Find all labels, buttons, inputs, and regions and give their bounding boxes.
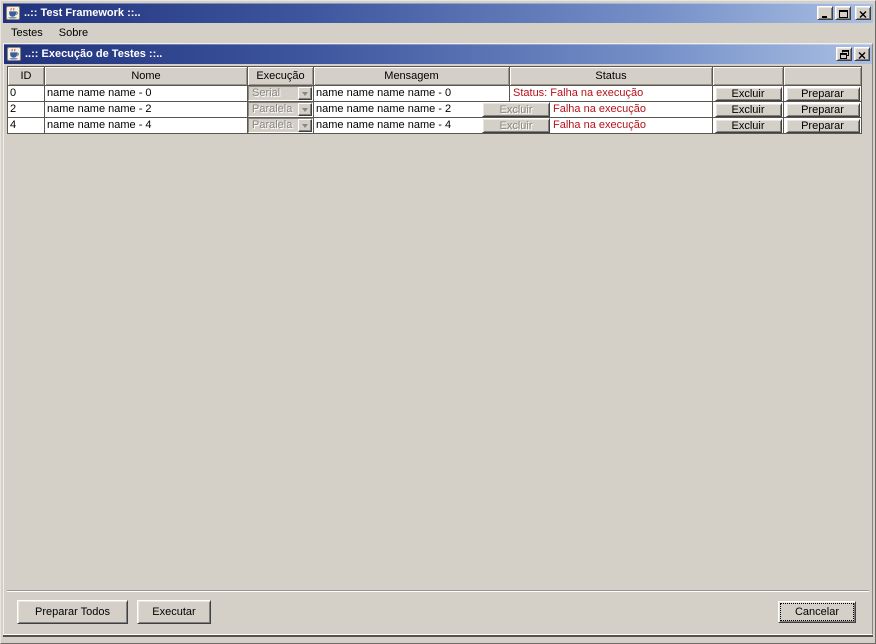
cell-status: Status: Falha na execução xyxy=(510,86,713,102)
cell-mensagem: name name name name - 2 xyxy=(314,102,510,118)
internal-frame-titlebar: ..:: Execução de Testes ::.. xyxy=(4,44,872,64)
footer-bar: Preparar Todos Executar Cancelar xyxy=(7,590,869,634)
tests-table: ID Nome Execução Mensagem Status 0 name … xyxy=(7,66,862,134)
minimize-button[interactable] xyxy=(817,6,833,20)
java-cup-icon xyxy=(6,6,20,20)
cell-execucao: Serial xyxy=(248,86,314,102)
table-row: 4 name name name - 4 Paralela name name … xyxy=(8,118,862,134)
execucao-select: Paralela xyxy=(248,102,313,117)
restore-icon xyxy=(839,47,849,62)
excluir-disabled-button: Excluir xyxy=(482,118,550,133)
table-row: 0 name name name - 0 Serial name name na… xyxy=(8,86,862,102)
close-icon xyxy=(858,47,866,62)
cell-execucao: Paralela xyxy=(248,102,314,118)
chevron-down-icon xyxy=(298,119,312,132)
internal-frame-title: ..:: Execução de Testes ::.. xyxy=(25,48,163,60)
excluir-disabled-button: Excluir xyxy=(482,102,550,117)
close-icon xyxy=(859,6,867,21)
close-button[interactable] xyxy=(854,47,870,61)
cell-excluir: Excluir xyxy=(713,102,784,118)
cell-id: 2 xyxy=(8,102,45,118)
executar-button[interactable]: Executar xyxy=(137,599,211,624)
cell-excluir: Excluir xyxy=(713,118,784,134)
cell-id: 4 xyxy=(8,118,45,134)
col-header-execucao: Execução xyxy=(248,67,314,86)
cell-preparar: Preparar xyxy=(784,86,862,102)
cell-nome: name name name - 0 xyxy=(45,86,248,102)
main-window: ..:: Test Framework ::.. Testes Sobre ..… xyxy=(0,0,876,644)
cell-status: Excluir Falha na execução xyxy=(482,102,713,118)
window-title: ..:: Test Framework ::.. xyxy=(24,7,141,19)
cell-status: Excluir Falha na execução xyxy=(482,118,713,134)
table-header-row: ID Nome Execução Mensagem Status xyxy=(8,67,862,86)
menubar: Testes Sobre xyxy=(3,23,873,43)
menu-item-sobre[interactable]: Sobre xyxy=(59,25,94,42)
preparar-button[interactable]: Preparar xyxy=(785,118,860,133)
status-text: Falha na execução xyxy=(553,119,646,131)
desktop-pane: ..:: Execução de Testes ::.. ID Nome Exe… xyxy=(3,43,873,637)
cell-id: 0 xyxy=(8,86,45,102)
execucao-value: Paralela xyxy=(252,119,293,131)
col-header-excluir xyxy=(713,67,784,86)
cell-nome: name name name - 4 xyxy=(45,118,248,134)
internal-frame: ..:: Execução de Testes ::.. ID Nome Exe… xyxy=(3,43,873,635)
menu-item-testes[interactable]: Testes xyxy=(11,25,49,42)
chevron-down-icon xyxy=(298,103,312,116)
cell-preparar: Preparar xyxy=(784,102,862,118)
col-header-nome: Nome xyxy=(45,67,248,86)
preparar-todos-button[interactable]: Preparar Todos xyxy=(17,599,128,624)
cell-nome: name name name - 2 xyxy=(45,102,248,118)
cell-mensagem: name name name name - 4 xyxy=(314,118,510,134)
preparar-button[interactable]: Preparar xyxy=(785,102,860,117)
maximize-button[interactable] xyxy=(835,6,851,20)
excluir-button[interactable]: Excluir xyxy=(714,102,782,117)
table-row: 2 name name name - 2 Paralela name name … xyxy=(8,102,862,118)
execucao-value: Paralela xyxy=(252,103,293,115)
cancelar-button[interactable]: Cancelar xyxy=(778,600,856,623)
col-header-status: Status xyxy=(510,67,713,86)
close-button[interactable] xyxy=(855,6,871,20)
excluir-button[interactable]: Excluir xyxy=(714,118,782,133)
window-titlebar: ..:: Test Framework ::.. xyxy=(3,3,873,23)
cell-execucao: Paralela xyxy=(248,118,314,134)
execucao-select: Paralela xyxy=(248,118,313,133)
execucao-select: Serial xyxy=(248,86,313,101)
cell-preparar: Preparar xyxy=(784,118,862,134)
restore-button[interactable] xyxy=(836,47,852,61)
excluir-button[interactable]: Excluir xyxy=(714,86,782,101)
col-header-id: ID xyxy=(8,67,45,86)
execucao-value: Serial xyxy=(252,87,281,99)
chevron-down-icon xyxy=(298,87,312,100)
cell-mensagem: name name name name - 0 xyxy=(314,86,510,102)
maximize-icon xyxy=(838,6,848,21)
col-header-preparar xyxy=(784,67,862,86)
col-header-mensagem: Mensagem xyxy=(314,67,510,86)
status-text: Status: Falha na execução xyxy=(513,87,644,99)
cell-excluir: Excluir xyxy=(713,86,784,102)
preparar-button[interactable]: Preparar xyxy=(785,86,860,101)
status-text: Falha na execução xyxy=(553,103,646,115)
minimize-icon xyxy=(821,6,829,21)
internal-frame-content: ID Nome Execução Mensagem Status 0 name … xyxy=(4,64,872,634)
java-cup-icon xyxy=(7,47,21,61)
